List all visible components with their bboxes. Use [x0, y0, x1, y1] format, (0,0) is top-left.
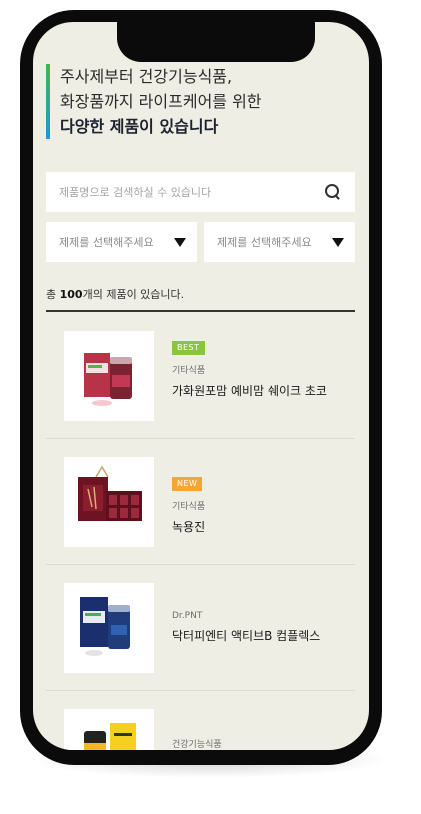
- filter-select-1-label: 제제를 선택해주세요: [59, 236, 154, 249]
- product-category: 기타식품: [172, 502, 206, 512]
- divider: [46, 310, 355, 312]
- product-category: Dr.PNT: [172, 611, 203, 621]
- product-image[interactable]: [64, 331, 154, 421]
- filter-select-2-label: 제제를 선택해주세요: [217, 236, 312, 249]
- product-image[interactable]: [64, 583, 154, 673]
- badge-best: BEST: [172, 341, 205, 355]
- product-item[interactable]: BEST 기타식품 가화원포맘 예비맘 쉐이크 초코: [46, 313, 355, 439]
- product-image[interactable]: [64, 709, 154, 750]
- search-input[interactable]: 제품명으로 검색하실 수 있습니다: [46, 172, 355, 212]
- search-placeholder: 제품명으로 검색하실 수 있습니다: [59, 186, 212, 199]
- count-number: 100: [59, 288, 83, 301]
- product-category: 기타식품: [172, 366, 206, 376]
- hero-heading: 주사제부터 건강기능식품, 화장품까지 라이프케어를 위한 다양한 제품이 있습…: [46, 64, 262, 139]
- hero-line-3: 다양한 제품이 있습니다: [60, 117, 219, 136]
- product-name: 닥터피엔티 액티브B 컴플렉스: [172, 629, 321, 643]
- product-item[interactable]: Dr.PNT 닥터피엔티 액티브B 컴플렉스: [46, 565, 355, 691]
- product-item[interactable]: NEW 기타식품 녹용진: [46, 439, 355, 565]
- product-list: BEST 기타식품 가화원포맘 예비맘 쉐이크 초코 NEW 기타식품 녹용진 …: [46, 313, 355, 750]
- hero-line-1: 주사제부터 건강기능식품,: [60, 67, 233, 86]
- phone-notch: [117, 20, 315, 62]
- hero-line-2: 화장품까지 라이프케어를 위한: [60, 92, 262, 111]
- product-name: 가화원포맘 예비맘 쉐이크 초코: [172, 384, 327, 398]
- product-name: 녹용진: [172, 520, 206, 534]
- caret-down-icon: [332, 237, 344, 247]
- badge-new: NEW: [172, 477, 203, 491]
- filter-row: 제제를 선택해주세요 제제를 선택해주세요: [46, 222, 355, 262]
- caret-down-icon: [174, 237, 186, 247]
- phone-frame: 주사제부터 건강기능식품, 화장품까지 라이프케어를 위한 다양한 제품이 있습…: [20, 10, 382, 765]
- search-icon[interactable]: [324, 183, 342, 201]
- filter-select-1[interactable]: 제제를 선택해주세요: [46, 222, 197, 262]
- filter-select-2[interactable]: 제제를 선택해주세요: [204, 222, 355, 262]
- product-image[interactable]: [64, 457, 154, 547]
- product-item[interactable]: 건강기능식품: [46, 691, 355, 750]
- product-count: 총 100개의 제품이 있습니다.: [46, 286, 184, 302]
- product-category: 건강기능식품: [172, 740, 222, 750]
- count-suffix: 개의 제품이 있습니다.: [82, 288, 185, 301]
- count-prefix: 총: [46, 288, 60, 301]
- phone-screen: 주사제부터 건강기능식품, 화장품까지 라이프케어를 위한 다양한 제품이 있습…: [33, 22, 369, 750]
